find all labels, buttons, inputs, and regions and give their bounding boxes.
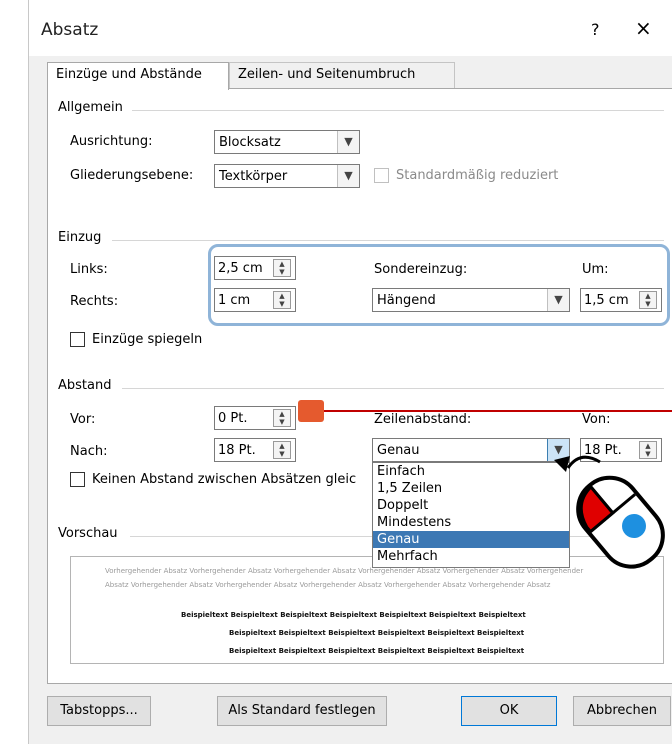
chevron-down-icon[interactable]: ▼ <box>337 165 359 187</box>
spin-arrows-icon[interactable]: ▲ ▼ <box>639 291 657 309</box>
mirror-indents-checkbox[interactable] <box>70 332 85 347</box>
ok-button[interactable]: OK <box>461 696 557 726</box>
space-before-label: Vor: <box>70 412 96 427</box>
tabs-button[interactable]: Tabstopps... <box>47 696 151 726</box>
no-space-between-label: Keinen Abstand zwischen Absätzen gleic <box>92 472 357 487</box>
chevron-down-icon[interactable]: ▼ <box>337 131 359 153</box>
indent-left-value: 2,5 cm <box>218 261 263 276</box>
preview-sample-line: Beispieltext Beispieltext Beispieltext B… <box>229 629 525 637</box>
preview-sample-line: Beispieltext Beispieltext Beispieltext B… <box>229 647 525 655</box>
spacing-at-label: Von: <box>582 412 611 427</box>
chevron-down-icon[interactable]: ▼ <box>547 289 569 311</box>
indent-by-label: Um: <box>582 262 609 277</box>
mouse-click-icon <box>554 455 665 569</box>
indent-left-label: Links: <box>70 262 108 277</box>
collapsed-checkbox[interactable] <box>374 168 389 183</box>
set-default-button[interactable]: Als Standard festlegen <box>217 696 387 726</box>
alignment-select[interactable]: Blocksatz ▼ <box>214 130 360 154</box>
indent-by-value: 1,5 cm <box>584 293 629 308</box>
special-indent-label: Sondereinzug: <box>374 262 468 277</box>
cancel-button[interactable]: Abbrechen <box>573 696 671 726</box>
callout-marker <box>298 400 324 422</box>
close-icon[interactable]: × <box>635 16 652 40</box>
alignment-value: Blocksatz <box>219 135 281 150</box>
tab-line-page-breaks[interactable]: Zeilen- und Seitenumbruch <box>229 62 455 88</box>
line-spacing-label: Zeilenabstand: <box>374 412 472 427</box>
preview-sample-line: Beispieltext Beispieltext Beispieltext B… <box>181 611 526 619</box>
help-button[interactable]: ? <box>591 20 600 39</box>
space-after-label: Nach: <box>70 444 108 459</box>
title-bar: Absatz ? × <box>29 0 672 56</box>
outline-level-select[interactable]: Textkörper ▼ <box>214 164 360 188</box>
preview-prev-line: Vorhergehender Absatz Vorhergehender Abs… <box>105 567 584 575</box>
mirror-indents-label: Einzüge spiegeln <box>92 332 203 347</box>
space-after-spinner[interactable]: 18 Pt. ▲ ▼ <box>214 438 296 462</box>
spin-arrows-icon[interactable]: ▲ ▼ <box>273 409 291 427</box>
outline-level-value: Textkörper <box>219 169 288 184</box>
special-indent-select[interactable]: Hängend ▼ <box>372 288 570 312</box>
space-before-spinner[interactable]: 0 Pt. ▲ ▼ <box>214 406 296 430</box>
space-after-value: 18 Pt. <box>218 443 256 458</box>
line-spacing-value: Genau <box>377 443 420 458</box>
space-before-value: 0 Pt. <box>218 411 248 426</box>
spin-arrows-icon[interactable]: ▲ ▼ <box>273 441 291 459</box>
no-space-between-checkbox[interactable] <box>70 472 85 487</box>
group-indent-label: Einzug <box>58 230 102 245</box>
outline-level-label: Gliederungsebene: <box>70 168 194 183</box>
group-general-divider <box>132 110 664 111</box>
preview-prev-line: Absatz Vorhergehender Absatz Vorhergehen… <box>105 581 551 589</box>
group-indent-divider <box>112 240 664 241</box>
group-preview-label: Vorschau <box>58 526 118 541</box>
alignment-label: Ausrichtung: <box>70 134 153 149</box>
indent-right-value: 1 cm <box>218 293 251 308</box>
collapsed-label: Standardmäßig reduziert <box>396 168 559 183</box>
indent-left-spinner[interactable]: 2,5 cm ▲ ▼ <box>214 256 296 280</box>
group-general-label: Allgemein <box>58 100 123 115</box>
indent-right-label: Rechts: <box>70 294 119 309</box>
spin-arrows-icon[interactable]: ▲ ▼ <box>273 259 291 277</box>
group-spacing-divider <box>122 388 664 389</box>
indent-right-spinner[interactable]: 1 cm ▲ ▼ <box>214 288 296 312</box>
paragraph-preview: Vorhergehender Absatz Vorhergehender Abs… <box>70 556 664 664</box>
group-spacing-label: Abstand <box>58 378 112 393</box>
dialog-title: Absatz <box>41 20 99 40</box>
spin-arrows-icon[interactable]: ▲ ▼ <box>273 291 291 309</box>
tab-indents-spacing[interactable]: Einzüge und Abstände <box>47 62 229 90</box>
indent-by-spinner[interactable]: 1,5 cm ▲ ▼ <box>580 288 662 312</box>
special-indent-value: Hängend <box>377 293 436 308</box>
